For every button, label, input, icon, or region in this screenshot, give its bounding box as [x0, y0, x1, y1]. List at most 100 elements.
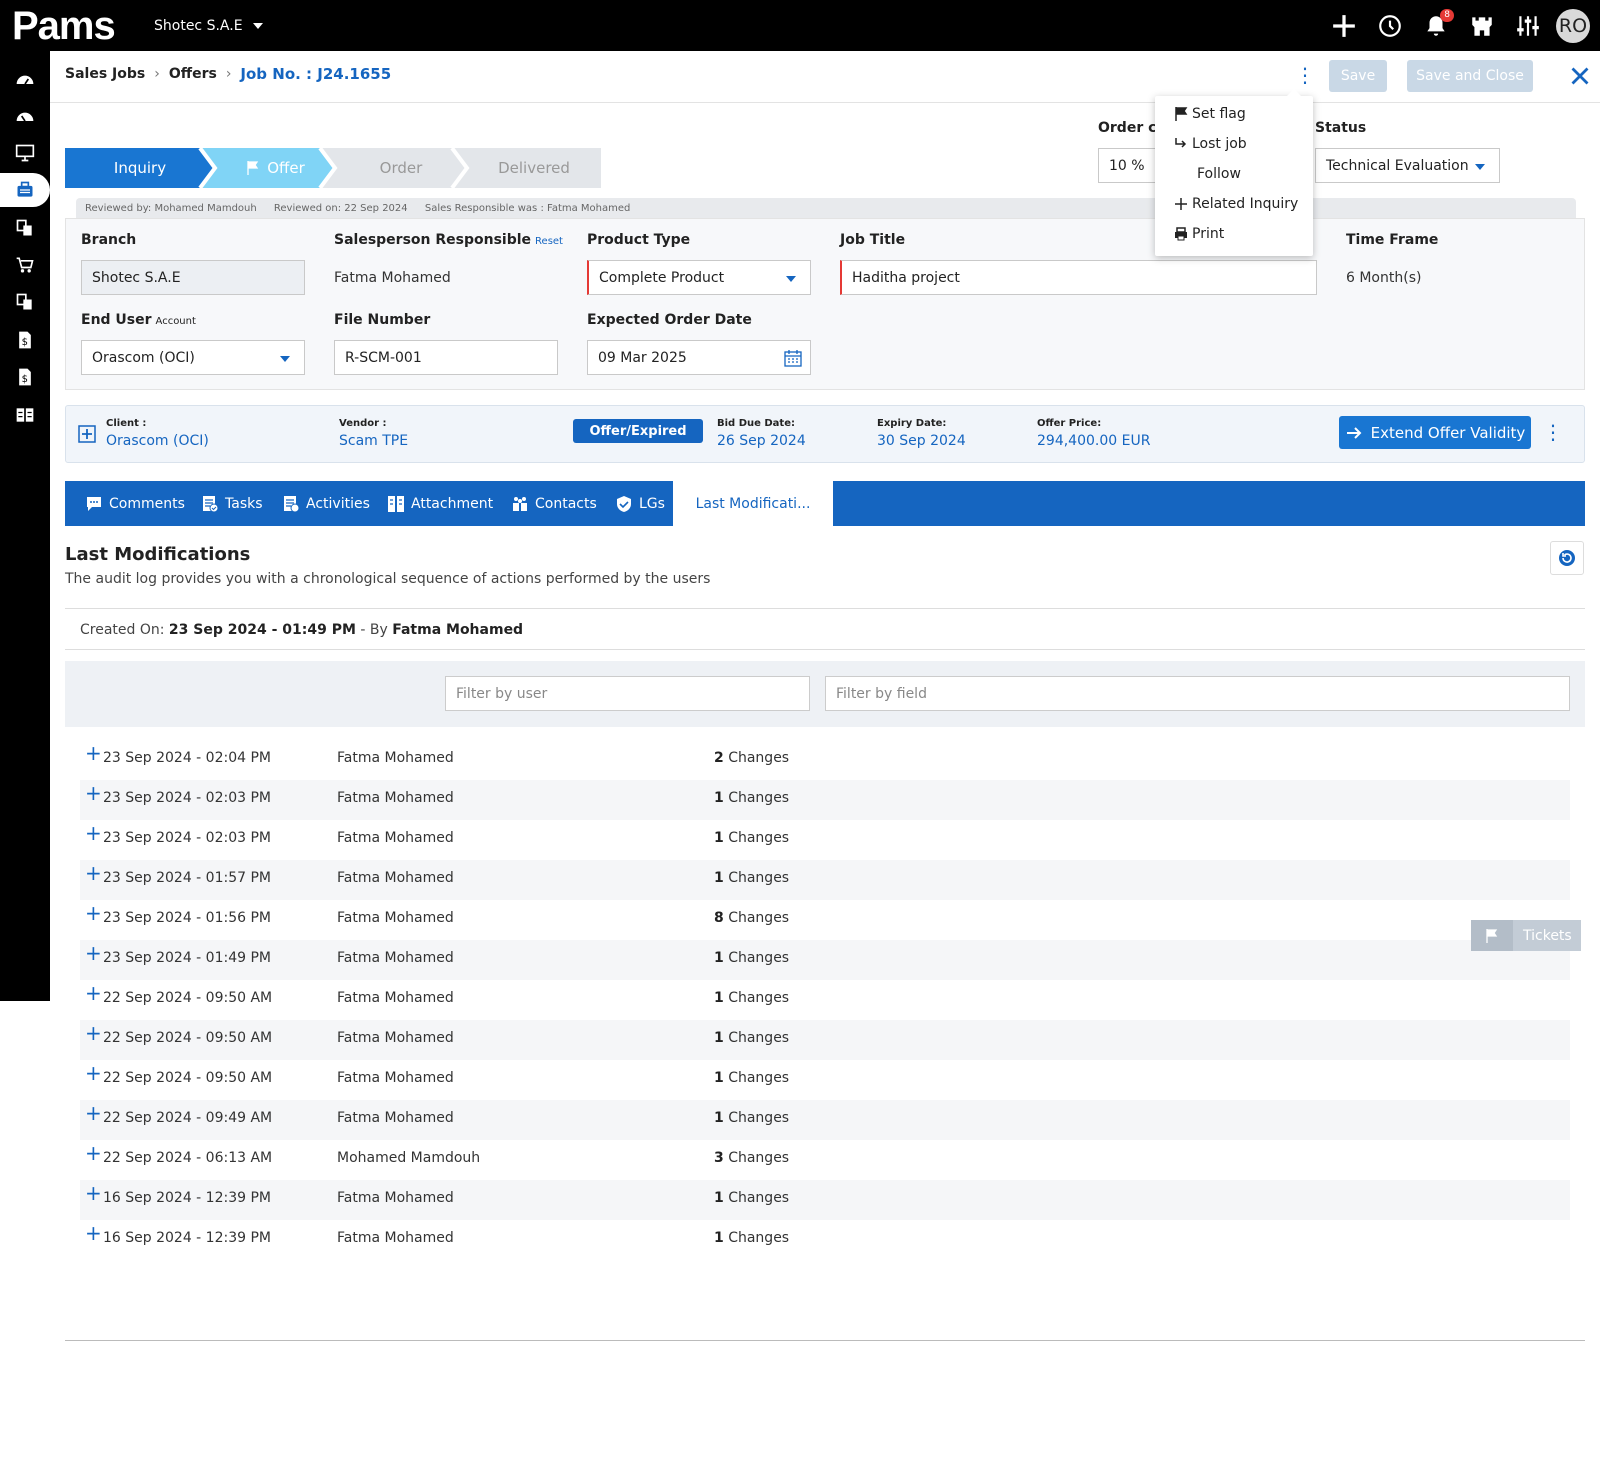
flag-icon: [247, 161, 259, 175]
tab-attachment[interactable]: Attachment: [387, 481, 493, 526]
table-row[interactable]: +23 Sep 2024 - 02:03 PM Fatma Mohamed 1 Ch…: [80, 780, 1570, 820]
client-value[interactable]: Orascom (OCI): [106, 433, 209, 449]
reset-link[interactable]: Reset: [535, 236, 563, 247]
file-number-input[interactable]: R-SCM-001: [334, 340, 558, 375]
close-icon[interactable]: [1565, 61, 1595, 91]
menu-follow[interactable]: Follow: [1197, 166, 1241, 182]
salesperson-label: Salesperson Responsible Reset: [334, 232, 563, 248]
end-user-select[interactable]: Orascom (OCI): [81, 340, 305, 375]
row-changes-word: Changes: [728, 750, 790, 766]
expand-plus-icon[interactable]: +: [85, 1023, 102, 1043]
info-more-icon[interactable]: ⋮: [1543, 420, 1563, 444]
calendar-icon[interactable]: [784, 349, 802, 367]
cart-icon[interactable]: [0, 248, 50, 282]
dashboard-icon[interactable]: [0, 62, 50, 96]
tab-comments[interactable]: Comments: [85, 481, 185, 526]
product-type-label: Product Type: [587, 232, 691, 248]
chevron-down-icon: [786, 276, 796, 282]
reports-icon[interactable]: [0, 398, 50, 432]
account-tag: Account: [155, 316, 196, 327]
tab-activities[interactable]: Activities: [282, 481, 370, 526]
table-row[interactable]: +23 Sep 2024 - 02:04 PM Fatma Mohamed 2 Ch…: [80, 740, 1570, 780]
row-changes-word: Changes: [728, 830, 790, 846]
menu-related-inquiry[interactable]: Related Inquiry: [1173, 196, 1298, 212]
expand-plus-icon[interactable]: +: [85, 943, 102, 963]
payments-icon[interactable]: $: [0, 360, 50, 394]
job-title-input[interactable]: Haditha project: [840, 260, 1317, 295]
breadcrumb-offers[interactable]: Offers: [169, 66, 217, 82]
row-change-count: 1: [714, 1070, 724, 1086]
stage-delivered[interactable]: Delivered: [467, 148, 601, 188]
table-row[interactable]: +23 Sep 2024 - 01:57 PM Fatma Mohamed 1 Ch…: [80, 860, 1570, 900]
extend-offer-validity-button[interactable]: Extend Offer Validity: [1339, 416, 1531, 449]
table-row[interactable]: +22 Sep 2024 - 09:50 AM Fatma Mohamed 1 Ch…: [80, 1060, 1570, 1100]
branch-field[interactable]: Shotec S.A.E: [81, 260, 305, 295]
save-and-close-button[interactable]: Save and Close: [1407, 60, 1533, 92]
expected-order-date-input[interactable]: 09 Mar 2025: [587, 340, 811, 375]
company-selector[interactable]: Shotec S.A.E: [154, 18, 263, 34]
more-options-icon[interactable]: ⋮: [1295, 65, 1315, 85]
documents-icon[interactable]: [0, 211, 50, 245]
refresh-button[interactable]: [1550, 541, 1584, 575]
expand-plus-icon[interactable]: +: [85, 1223, 102, 1243]
table-row[interactable]: +23 Sep 2024 - 02:03 PM Fatma Mohamed 1 Ch…: [80, 820, 1570, 860]
stage-offer[interactable]: Offer: [215, 148, 335, 188]
breadcrumb-sales-jobs[interactable]: Sales Jobs: [65, 66, 145, 82]
menu-set-flag[interactable]: Set flag: [1173, 106, 1246, 122]
row-changes: 1 Changes: [714, 1110, 789, 1126]
expand-plus-icon[interactable]: +: [85, 783, 102, 803]
filter-by-field-input[interactable]: Filter by field: [825, 676, 1570, 711]
menu-print[interactable]: Print: [1173, 226, 1224, 242]
row-user: Fatma Mohamed: [337, 1230, 454, 1246]
tab-contacts[interactable]: Contacts: [511, 481, 597, 526]
table-row[interactable]: +22 Sep 2024 - 06:13 AM Mohamed Mamdouh 3 …: [80, 1140, 1570, 1180]
invoice-icon[interactable]: $: [0, 323, 50, 357]
castle-icon[interactable]: [1464, 8, 1500, 44]
table-row[interactable]: +22 Sep 2024 - 09:50 AM Fatma Mohamed 1 Ch…: [80, 1020, 1570, 1060]
vendor-label: Vendor :: [339, 418, 387, 429]
monitor-icon[interactable]: [0, 136, 50, 170]
row-changes: 8 Changes: [714, 910, 789, 926]
table-row[interactable]: +16 Sep 2024 - 12:39 PM Fatma Mohamed 1 Ch…: [80, 1220, 1570, 1260]
expand-plus-icon[interactable]: +: [85, 823, 102, 843]
expand-plus-icon[interactable]: +: [85, 1063, 102, 1083]
table-row[interactable]: +16 Sep 2024 - 12:39 PM Fatma Mohamed 1 Ch…: [80, 1180, 1570, 1220]
table-row[interactable]: +23 Sep 2024 - 01:56 PM Fatma Mohamed 8 Ch…: [80, 900, 1570, 940]
tab-last-modifications[interactable]: Last Modificati...: [673, 481, 833, 526]
product-type-select[interactable]: Complete Product: [587, 260, 811, 295]
svg-text:$: $: [22, 337, 28, 348]
notifications-icon[interactable]: 8: [1418, 8, 1454, 44]
status-select[interactable]: Technical Evaluation: [1315, 148, 1500, 183]
row-changes-word: Changes: [728, 1070, 790, 1086]
table-row[interactable]: +22 Sep 2024 - 09:50 AM Fatma Mohamed 1 Ch…: [80, 980, 1570, 1020]
tab-tasks[interactable]: Tasks: [201, 481, 263, 526]
stage-inquiry[interactable]: Inquiry: [65, 148, 215, 188]
menu-lost-job[interactable]: Lost job: [1173, 136, 1247, 152]
expand-plus-icon[interactable]: [78, 425, 96, 443]
save-button[interactable]: Save: [1329, 60, 1387, 92]
expand-plus-icon[interactable]: +: [85, 1143, 102, 1163]
row-change-count: 1: [714, 990, 724, 1006]
files-icon[interactable]: [0, 285, 50, 319]
tickets-button[interactable]: Tickets: [1471, 920, 1581, 951]
table-row[interactable]: +22 Sep 2024 - 09:49 AM Fatma Mohamed 1 Ch…: [80, 1100, 1570, 1140]
stage-order[interactable]: Order: [335, 148, 467, 188]
expand-plus-icon[interactable]: +: [85, 743, 102, 763]
expand-plus-icon[interactable]: +: [85, 983, 102, 1003]
user-avatar[interactable]: RO: [1556, 9, 1590, 43]
expand-plus-icon[interactable]: +: [85, 1103, 102, 1123]
vendor-value[interactable]: Scam TPE: [339, 433, 408, 449]
settings-sliders-icon[interactable]: [1510, 8, 1546, 44]
tab-lgs[interactable]: LGs: [615, 481, 665, 526]
add-icon[interactable]: [1326, 8, 1362, 44]
expand-plus-icon[interactable]: +: [85, 863, 102, 883]
gauge-icon[interactable]: [0, 99, 50, 133]
history-icon[interactable]: [1372, 8, 1408, 44]
app-logo[interactable]: Pams: [12, 6, 116, 46]
sales-jobs-icon[interactable]: [0, 173, 50, 207]
expand-plus-icon[interactable]: +: [85, 1183, 102, 1203]
expand-plus-icon[interactable]: +: [85, 903, 102, 923]
table-row[interactable]: +23 Sep 2024 - 01:49 PM Fatma Mohamed 1 Ch…: [80, 940, 1570, 980]
order-chance-field[interactable]: 10 %: [1098, 148, 1158, 183]
filter-by-user-input[interactable]: Filter by user: [445, 676, 810, 711]
